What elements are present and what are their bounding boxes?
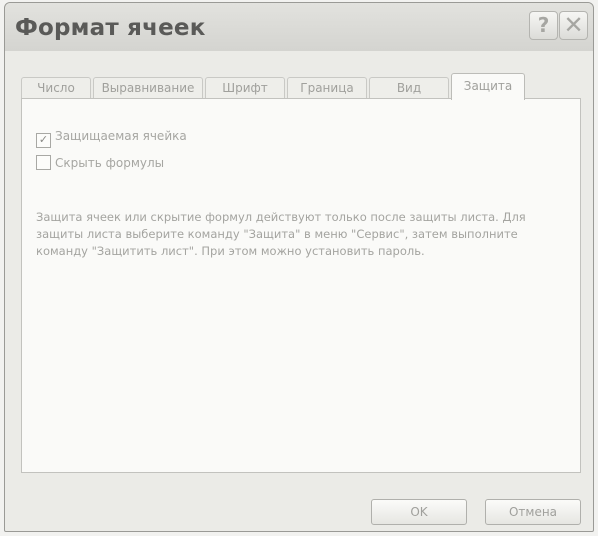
locked-label: Защищаемая ячейка — [55, 129, 187, 143]
ok-button[interactable]: OK — [371, 499, 467, 525]
format-cells-dialog: Формат ячеек ? ✕ Число Выравнивание Шриф… — [4, 2, 594, 532]
dialog-title: Формат ячеек — [15, 15, 206, 41]
tab-alignment[interactable]: Выравнивание — [93, 77, 203, 98]
protection-panel: ✓ Защищаемая ячейка Скрыть формулы Защита… — [21, 98, 581, 473]
tab-font[interactable]: Шрифт — [205, 77, 285, 98]
title-bar[interactable]: Формат ячеек ? ✕ — [5, 3, 593, 51]
hidden-checkbox[interactable] — [36, 155, 51, 170]
close-button[interactable]: ✕ — [559, 11, 588, 40]
tab-number[interactable]: Число — [21, 77, 91, 98]
cancel-button[interactable]: Отмена — [485, 499, 581, 525]
locked-option[interactable]: ✓ Защищаемая ячейка — [36, 129, 187, 148]
tab-patterns[interactable]: Вид — [369, 77, 449, 98]
tab-protection[interactable]: Защита — [451, 73, 525, 100]
hidden-option[interactable]: Скрыть формулы — [36, 155, 164, 170]
hidden-label: Скрыть формулы — [55, 156, 165, 170]
protection-info-text: Защита ячеек или скрытие формул действую… — [36, 210, 526, 258]
help-button[interactable]: ? — [529, 11, 558, 40]
tab-border[interactable]: Граница — [287, 77, 367, 98]
locked-checkbox[interactable]: ✓ — [36, 133, 51, 148]
